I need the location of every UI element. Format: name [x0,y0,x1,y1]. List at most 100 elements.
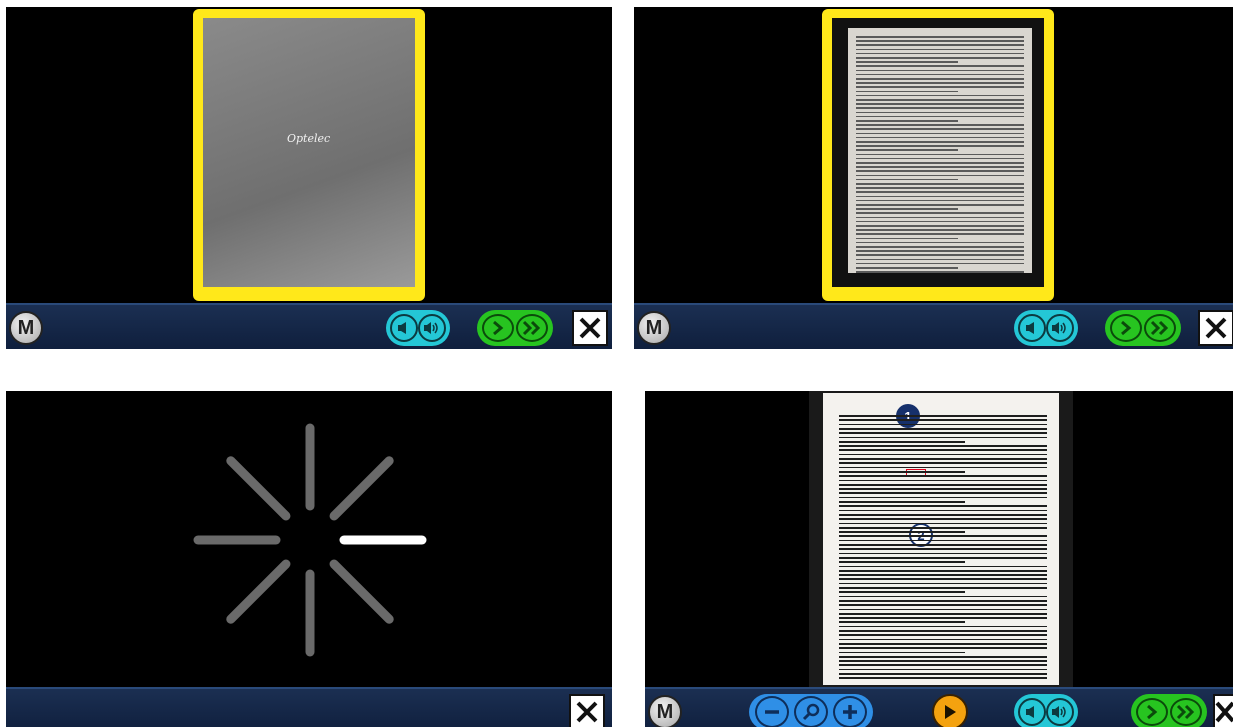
next-icon [1121,320,1132,336]
text-line [856,229,1024,231]
text-line [856,254,1024,256]
magnifier-button[interactable] [793,696,828,727]
text-line [839,462,1047,465]
fast-forward-icon [1176,704,1195,720]
volume-up-button[interactable] [1046,314,1074,342]
text-line [839,501,965,503]
text-line [839,599,1047,602]
text-line [839,569,1047,572]
fast-forward-button[interactable] [1144,314,1176,342]
text-line [856,73,1024,76]
text-line [856,195,1024,198]
recognized-page: 1 2 [823,393,1059,685]
text-line [856,250,1024,252]
document-preview-panel: M [634,7,1233,349]
volume-control [386,310,450,346]
text-line [839,556,1047,559]
volume-control [1014,694,1078,727]
fast-forward-button[interactable] [1170,698,1202,726]
text-line [839,561,965,563]
volume-down-button[interactable] [390,314,418,342]
volume-down-button[interactable] [1018,698,1046,726]
text-line [856,153,1024,156]
volume-up-icon [424,322,438,334]
text-line [856,136,1024,139]
processing-view [6,391,612,687]
volume-up-button[interactable] [418,314,446,342]
fast-forward-button[interactable] [516,314,548,342]
text-line [856,61,959,63]
spinner-segment [329,559,394,624]
text-line [839,642,1047,645]
text-line [856,241,1024,244]
volume-down-icon [1026,706,1034,718]
text-line [839,440,965,443]
text-line [856,103,1024,105]
spinner-segment [329,456,394,521]
volume-down-button[interactable] [1018,314,1046,342]
text-line [856,237,959,240]
close-button[interactable] [1213,694,1233,727]
text-line [839,522,1047,525]
text-line [839,630,1047,632]
text-line [839,492,1047,495]
text-line [856,132,1024,135]
text-line [856,208,959,210]
play-button[interactable] [932,694,968,727]
close-icon [1205,317,1227,339]
text-line [856,267,959,269]
close-button[interactable] [572,310,608,346]
zoom-out-button[interactable] [755,696,790,727]
navigation-control [1131,694,1207,727]
text-line [839,479,1047,482]
capture-frame [822,9,1054,301]
close-icon [579,317,601,339]
menu-button[interactable]: M [9,311,43,345]
text-line [839,638,1047,641]
zoom-control [749,694,873,727]
text-line [856,120,959,122]
text-line [856,262,1024,265]
text-line [839,423,1047,426]
text-line [839,539,1047,542]
text-line [839,544,1047,546]
next-icon [493,320,504,336]
next-button[interactable] [482,314,514,342]
text-line [856,199,1024,202]
text-line [856,65,1024,67]
text-line [839,548,1047,551]
text-line [839,582,1047,585]
text-line [856,90,959,93]
zoom-in-button[interactable] [832,696,867,727]
next-button[interactable] [1110,314,1142,342]
text-line [839,526,1047,529]
text-line [856,212,1024,214]
navigation-control [477,310,553,346]
text-line [856,191,1024,193]
close-button[interactable] [569,694,605,727]
text-line [856,44,1024,46]
text-line [856,187,1024,189]
text-line [856,149,959,151]
text-line [839,453,1047,456]
volume-up-icon [1052,322,1066,334]
next-button[interactable] [1136,698,1168,726]
text-line [856,69,1024,72]
optelec-logo: Optelec [287,132,331,145]
text-line [839,466,1047,469]
menu-button[interactable]: M [637,311,671,345]
text-line [856,48,1024,51]
camera-image [832,18,1044,287]
menu-button[interactable]: M [648,695,682,727]
camera-view: Optelec [6,7,612,303]
text-line [839,612,1047,615]
text-line [839,552,1047,555]
volume-up-button[interactable] [1046,698,1074,726]
text-line [839,625,1047,628]
loading-spinner-icon [193,423,427,657]
camera-view [634,7,1233,303]
close-button[interactable] [1198,310,1233,346]
text-line [839,651,965,654]
text-line [856,141,1024,143]
text-line [839,518,1047,520]
